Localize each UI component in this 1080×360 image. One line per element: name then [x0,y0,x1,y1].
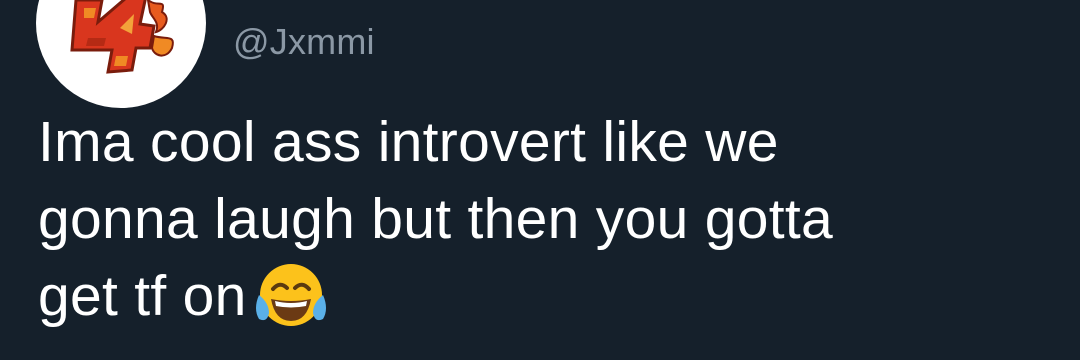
avatar[interactable] [36,0,206,108]
tweet-text-line-2: gonna laugh but then you gotta [38,187,834,251]
tweet-text-line-3: get tf on [38,264,247,328]
tweet-text: Ima cool ass introvert like we gonna laug… [38,104,1028,335]
face-with-tears-of-joy-icon [255,264,326,326]
user-handle[interactable]: @Jxmmi [233,22,375,62]
tweet-card: @Jxmmi Ima cool ass introvert like we gon… [0,0,1080,360]
tweet-text-line-1: Ima cool ass introvert like we [38,110,779,174]
fire-logo-icon [70,0,174,74]
